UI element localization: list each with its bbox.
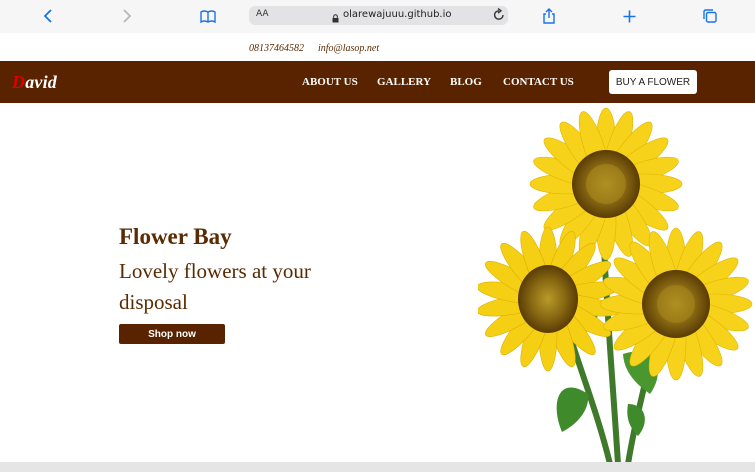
nav-link-contact-us[interactable]: CONTACT US <box>503 76 574 88</box>
logo-text: avid <box>25 72 57 92</box>
browser-toolbar: AA olarewajuuu.github.io <box>0 0 755 33</box>
sunflower-image <box>478 107 753 464</box>
forward-icon[interactable] <box>115 5 139 27</box>
buy-flower-button[interactable]: BUY A FLOWER <box>609 70 697 94</box>
phone-number: 08137464582 <box>249 43 304 54</box>
nav-link-blog[interactable]: BLOG <box>450 76 482 88</box>
new-tab-icon[interactable] <box>617 5 641 27</box>
tabs-icon[interactable] <box>698 5 722 27</box>
nav-link-gallery[interactable]: GALLERY <box>377 76 431 88</box>
reader-button[interactable]: AA <box>256 9 269 19</box>
site-logo[interactable]: David <box>12 72 57 93</box>
hero-title: Flower Bay <box>119 224 232 249</box>
bookmarks-icon[interactable] <box>196 5 220 27</box>
url-text: olarewajuuu.github.io <box>343 9 452 20</box>
site-navbar: David ABOUT US GALLERY BLOG CONTACT US B… <box>0 61 755 103</box>
logo-initial: D <box>12 72 26 92</box>
hero-subtitle: Lovely flowers at your disposal <box>119 259 311 314</box>
lock-icon <box>332 10 339 28</box>
page-bottom-strip <box>0 462 755 472</box>
reload-icon[interactable] <box>493 8 505 26</box>
share-icon[interactable] <box>537 5 561 27</box>
back-icon[interactable] <box>36 5 60 27</box>
address-bar[interactable]: AA olarewajuuu.github.io <box>249 6 508 25</box>
email-address[interactable]: info@lasop.net <box>318 43 379 54</box>
shop-now-button[interactable]: Shop now <box>119 324 225 344</box>
nav-link-about-us[interactable]: ABOUT US <box>302 76 358 88</box>
